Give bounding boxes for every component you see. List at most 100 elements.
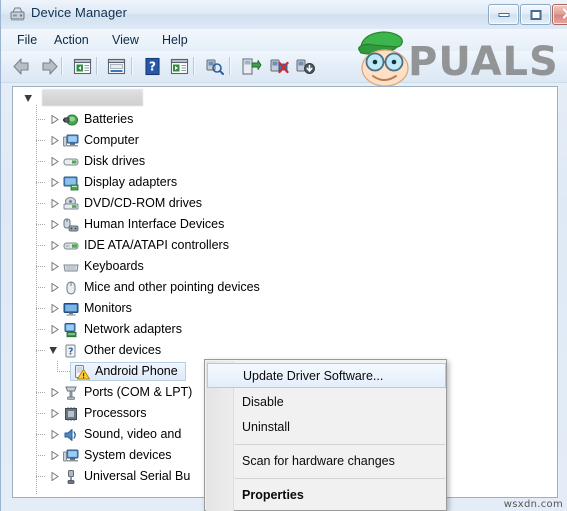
tree-connector: [36, 245, 46, 246]
tree-connector: [36, 413, 46, 414]
chevron-right-icon[interactable]: [50, 388, 59, 397]
chevron-right-icon[interactable]: [50, 283, 59, 292]
tree-connector: [36, 455, 46, 456]
minimize-icon: [498, 12, 509, 17]
tree-item-label: Human Interface Devices: [84, 217, 225, 231]
svg-text:?: ?: [68, 347, 74, 358]
chevron-right-icon[interactable]: [50, 157, 59, 166]
context-menu-item-disable[interactable]: Disable: [206, 390, 447, 415]
context-menu-item-update-driver-software[interactable]: Update Driver Software...: [207, 363, 446, 388]
chevron-right-icon[interactable]: [50, 220, 59, 229]
network-adapter-icon: [63, 322, 79, 338]
chevron-right-icon[interactable]: [50, 241, 59, 250]
show-hide-action-pane-icon[interactable]: [168, 55, 191, 78]
tree-connector: [36, 161, 46, 162]
disable-icon[interactable]: [294, 55, 317, 78]
usb-controller-icon: [63, 469, 79, 485]
device-manager-window: Device Manager File Action View Help ? P…: [0, 0, 567, 511]
chevron-down-icon[interactable]: [24, 94, 33, 103]
chevron-right-icon[interactable]: [50, 325, 59, 334]
chevron-right-icon[interactable]: [50, 430, 59, 439]
uninstall-icon[interactable]: [268, 55, 291, 78]
chevron-right-icon[interactable]: [50, 304, 59, 313]
context-menu-item-label: Disable: [242, 395, 284, 409]
close-button[interactable]: [552, 4, 567, 25]
chevron-right-icon[interactable]: [50, 178, 59, 187]
context-menu-item-label: Scan for hardware changes: [242, 454, 395, 468]
window-title: Device Manager: [31, 5, 128, 20]
site-watermark: wsxdn.com: [503, 499, 563, 510]
tree-item-label: Batteries: [84, 112, 134, 126]
back-icon[interactable]: [10, 55, 33, 78]
tree-item-label: Computer: [84, 133, 139, 147]
tree-connector: [36, 140, 46, 141]
tree-item-label: Monitors: [84, 301, 132, 315]
ide-controller-icon: [63, 238, 79, 254]
tree-item-label: Sound, video and: [84, 427, 182, 441]
tree-connector: [36, 476, 46, 477]
update-driver-software-icon[interactable]: [239, 55, 262, 78]
chevron-right-icon[interactable]: [50, 136, 59, 145]
tree-connector: [36, 350, 46, 351]
other-devices-icon: ?: [63, 343, 79, 359]
battery-icon: [63, 112, 79, 128]
toolbar-separator: [229, 57, 231, 75]
tree-item-label: IDE ATA/ATAPI controllers: [84, 238, 229, 252]
chevron-right-icon[interactable]: [50, 409, 59, 418]
tree-item-label: Android Phone: [95, 364, 178, 378]
menu-help[interactable]: Help: [156, 32, 194, 48]
disk-drive-icon: [63, 154, 79, 170]
menu-bar: File Action View Help: [1, 29, 567, 52]
tree-connector: [57, 371, 70, 372]
tree-connector: [36, 203, 46, 204]
processor-icon: [63, 406, 79, 422]
context-menu-item-properties[interactable]: Properties: [206, 483, 447, 508]
show-hide-console-tree-icon[interactable]: [71, 55, 94, 78]
tree-connector: [36, 329, 46, 330]
context-menu[interactable]: Update Driver Software... Disable Uninst…: [204, 359, 447, 511]
mouse-icon: [63, 280, 79, 296]
chevron-right-icon[interactable]: [50, 451, 59, 460]
chevron-right-icon[interactable]: [50, 199, 59, 208]
hid-icon: [63, 217, 79, 233]
tree-item-label: Other devices: [84, 343, 162, 357]
tree-item-label: Keyboards: [84, 259, 144, 273]
keyboard-icon: [63, 259, 79, 275]
forward-icon[interactable]: [38, 55, 61, 78]
device-manager-icon: [9, 5, 27, 23]
context-menu-item-label: Uninstall: [242, 420, 290, 434]
minimize-button[interactable]: [488, 4, 519, 25]
tree-item-label: Network adapters: [84, 322, 182, 336]
context-menu-separator: [235, 478, 445, 479]
tree-item-label: Mice and other pointing devices: [84, 280, 260, 294]
ports-icon: [63, 385, 79, 401]
context-menu-separator: [235, 444, 445, 445]
tree-connector: [36, 182, 46, 183]
tree-item-label: Universal Serial Bu: [84, 469, 191, 483]
chevron-down-icon[interactable]: [49, 346, 58, 355]
menu-view[interactable]: View: [106, 32, 145, 48]
toolbar-separator: [193, 57, 195, 75]
unknown-device-warning-icon: [74, 364, 90, 380]
chevron-right-icon[interactable]: [50, 262, 59, 271]
context-menu-item-label: Update Driver Software...: [243, 369, 384, 383]
scan-for-hardware-changes-icon[interactable]: [203, 55, 226, 78]
chevron-right-icon[interactable]: [50, 472, 59, 481]
tree-connector: [36, 119, 46, 120]
monitor-icon: [63, 301, 79, 317]
toolbar-separator: [61, 57, 63, 75]
tree-item-label: Ports (COM & LPT): [84, 385, 193, 399]
menu-file[interactable]: File: [11, 32, 43, 48]
maximize-button[interactable]: [520, 4, 551, 25]
context-menu-item-scan-for-hardware-changes[interactable]: Scan for hardware changes: [206, 449, 447, 474]
title-bar: Device Manager: [1, 0, 567, 30]
toolbar-separator: [131, 57, 133, 75]
chevron-right-icon[interactable]: [50, 115, 59, 124]
toolbar-separator: [96, 57, 98, 75]
tree-connector: [36, 434, 46, 435]
menu-action[interactable]: Action: [48, 32, 95, 48]
properties-icon[interactable]: [105, 55, 128, 78]
maximize-icon: [530, 9, 541, 20]
context-menu-item-uninstall[interactable]: Uninstall: [206, 415, 447, 440]
help-icon[interactable]: ?: [141, 55, 164, 78]
